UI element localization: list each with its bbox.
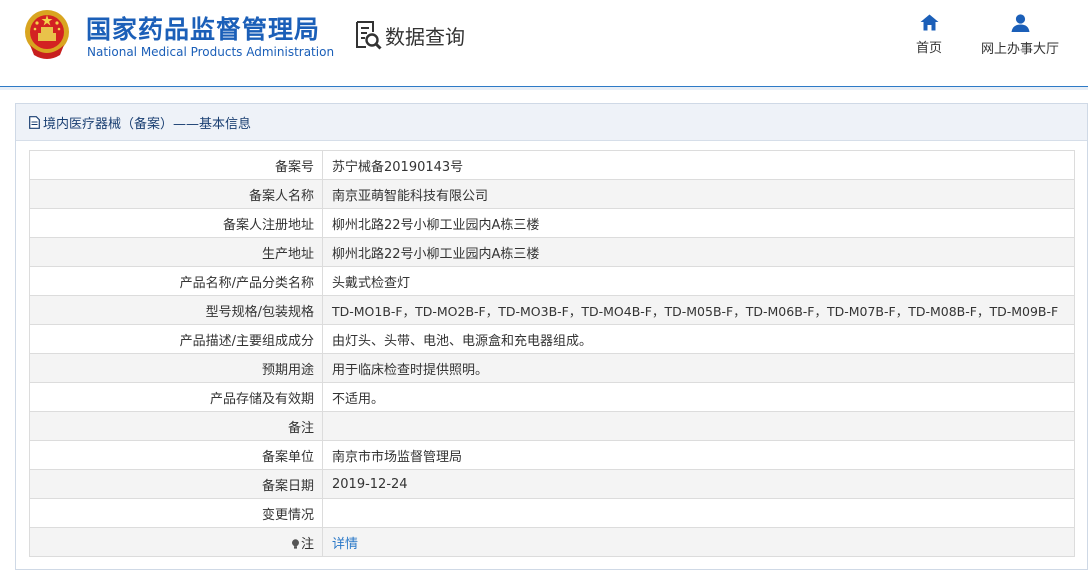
table-row: 备案号 苏宁械备20190143号 — [29, 150, 1075, 180]
nav-home[interactable]: 首页 — [912, 14, 946, 56]
field-label: 产品名称/产品分类名称 — [29, 266, 323, 296]
table-row: 备案人注册地址 柳州北路22号小柳工业园内A栋三楼 — [29, 208, 1075, 238]
field-label: 备案单位 — [29, 440, 323, 470]
table-row: 产品描述/主要组成成分 由灯头、头带、电池、电源盒和充电器组成。 — [29, 324, 1075, 354]
national-emblem-icon — [25, 10, 69, 59]
document-icon — [29, 115, 40, 129]
brand-name-cn: 国家药品监督管理局 — [86, 15, 321, 44]
nav-home-label: 首页 — [915, 41, 942, 56]
field-value — [322, 498, 1075, 528]
field-label: 预期用途 — [29, 353, 323, 383]
section-title: 数据查询 — [354, 20, 465, 50]
field-value: 由灯头、头带、电池、电源盒和充电器组成。 — [322, 324, 1075, 354]
table-row: 备案人名称 南京亚萌智能科技有限公司 — [29, 179, 1075, 209]
table-row: 产品存储及有效期 不适用。 — [29, 382, 1075, 412]
table-row: 备案单位 南京市市场监督管理局 — [29, 440, 1075, 470]
user-icon — [1011, 14, 1029, 32]
field-label: 产品描述/主要组成成分 — [29, 324, 323, 354]
note-value-cell: 详情 — [322, 527, 1075, 557]
data-query-icon — [356, 21, 382, 50]
table-row: 产品名称/产品分类名称 头戴式检查灯 — [29, 266, 1075, 296]
info-table: 备案号 苏宁械备20190143号 备案人名称 南京亚萌智能科技有限公司 备案人… — [29, 150, 1075, 557]
table-row: 备注 — [29, 411, 1075, 441]
field-label: 备案人注册地址 — [29, 208, 323, 238]
table-row: 型号规格/包装规格 TD-MO1B-F，TD-MO2B-F，TD-MO3B-F，… — [29, 295, 1075, 325]
info-panel: 境内医疗器械（备案）——基本信息 备案号 苏宁械备20190143号 备案人名称… — [15, 103, 1088, 570]
nav-online-service-hall[interactable]: 网上办事大厅 — [976, 14, 1064, 57]
site-header: 国家药品监督管理局 National Medical Products Admi… — [0, 0, 1088, 87]
brand-name-en: National Medical Products Administration — [87, 45, 335, 59]
table-row: 变更情况 — [29, 498, 1075, 528]
field-value: 南京市市场监督管理局 — [322, 440, 1075, 470]
field-label: 备案号 — [29, 150, 323, 180]
field-value: 南京亚萌智能科技有限公司 — [322, 179, 1075, 209]
header-divider — [0, 87, 1088, 90]
field-value: 不适用。 — [322, 382, 1075, 412]
table-row: 预期用途 用于临床检查时提供照明。 — [29, 353, 1075, 383]
field-label: 备注 — [29, 411, 323, 441]
note-label-cell: 注 — [29, 527, 323, 557]
field-label: 变更情况 — [29, 498, 323, 528]
field-label: 生产地址 — [29, 237, 323, 267]
field-label: 备案人名称 — [29, 179, 323, 209]
field-label: 注 — [300, 536, 314, 552]
field-value: 头戴式检查灯 — [322, 266, 1075, 296]
field-value: 柳州北路22号小柳工业园内A栋三楼 — [322, 237, 1075, 267]
details-link[interactable]: 详情 — [332, 537, 358, 552]
section-title-text: 数据查询 — [385, 24, 465, 49]
lightbulb-icon — [291, 538, 299, 549]
field-value: TD-MO1B-F，TD-MO2B-F，TD-MO3B-F，TD-MO4B-F，… — [322, 295, 1075, 325]
field-value: 柳州北路22号小柳工业园内A栋三楼 — [322, 208, 1075, 238]
field-value: 用于临床检查时提供照明。 — [322, 353, 1075, 383]
field-label: 备案日期 — [29, 469, 323, 499]
home-icon — [920, 14, 938, 31]
field-value: 苏宁械备20190143号 — [322, 150, 1075, 180]
panel-header: 境内医疗器械（备案）——基本信息 — [16, 104, 1087, 141]
nav-hall-label: 网上办事大厅 — [980, 42, 1059, 57]
field-value: 2019-12-24 — [322, 469, 1075, 499]
panel-title: 境内医疗器械（备案）——基本信息 — [43, 116, 252, 132]
table-row: 备案日期 2019-12-24 — [29, 469, 1075, 499]
field-label: 产品存储及有效期 — [29, 382, 323, 412]
table-row: 注 详情 — [29, 527, 1075, 557]
field-label: 型号规格/包装规格 — [29, 295, 323, 325]
field-value — [322, 411, 1075, 441]
table-row: 生产地址 柳州北路22号小柳工业园内A栋三楼 — [29, 237, 1075, 267]
